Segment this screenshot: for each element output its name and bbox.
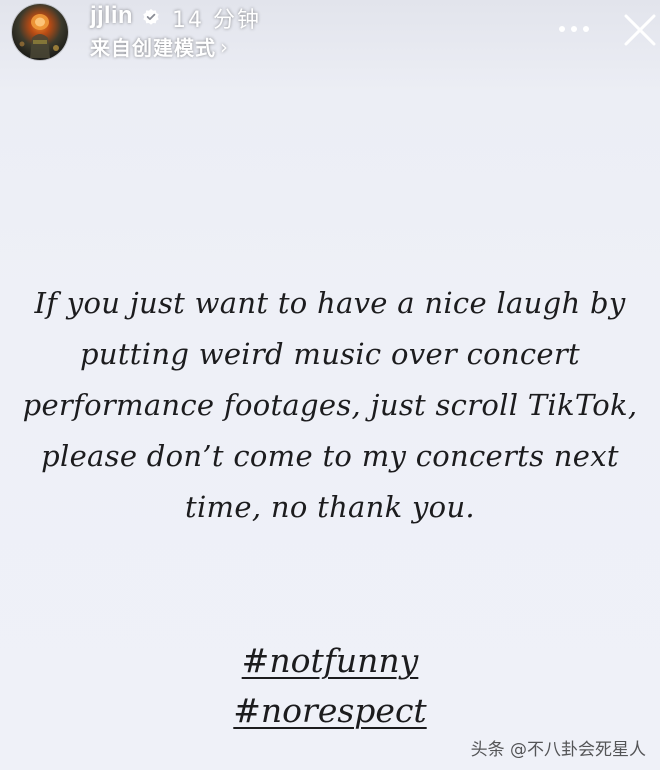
- post-time: 14 分钟: [172, 8, 261, 33]
- hashtag-notfunny[interactable]: #notfunny: [20, 636, 640, 686]
- watermark: 头条 @不八卦会死星人: [470, 740, 646, 760]
- more-horizontal-icon[interactable]: [556, 20, 592, 38]
- chevron-right-icon: ›: [220, 34, 229, 59]
- avatar[interactable]: [12, 4, 68, 60]
- story-header: jjlin 14 分钟 来自创建模式 ›: [0, 0, 660, 70]
- verified-badge-icon: [143, 8, 159, 25]
- avatar-figure-icon: [19, 14, 59, 58]
- create-mode-link[interactable]: 来自创建模式 ›: [90, 32, 229, 61]
- username[interactable]: jjlin: [90, 2, 133, 30]
- hashtag-norespect[interactable]: #norespect: [20, 686, 640, 736]
- close-icon[interactable]: [622, 10, 658, 50]
- hashtag-list: #notfunny #norespect: [20, 636, 640, 736]
- create-mode-label: 来自创建模式: [90, 36, 216, 60]
- story-message: If you just want to have a nice laugh by…: [22, 286, 638, 524]
